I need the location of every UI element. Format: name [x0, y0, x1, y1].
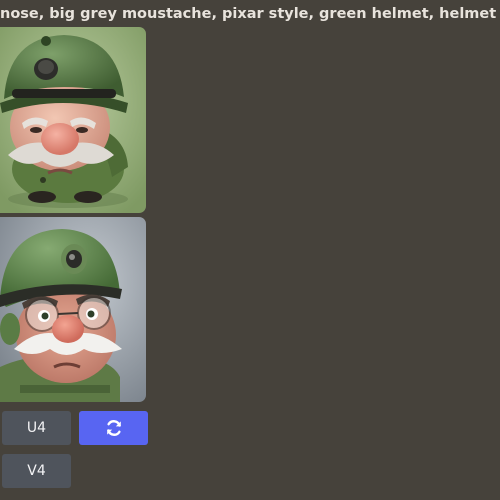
chat-area: nose, big grey moustache, pixar style, g…: [0, 0, 500, 500]
upscale-4-button[interactable]: U4: [2, 411, 71, 445]
reroll-button[interactable]: [79, 411, 148, 445]
variation-4-button[interactable]: V4: [2, 454, 71, 488]
prompt-text: nose, big grey moustache, pixar style, g…: [0, 6, 500, 22]
refresh-icon: [106, 420, 121, 436]
soldier-image-1: [0, 27, 146, 213]
generated-image-4[interactable]: [0, 217, 146, 402]
soldier-image-2: [0, 217, 146, 402]
generated-image-3[interactable]: [0, 27, 146, 213]
